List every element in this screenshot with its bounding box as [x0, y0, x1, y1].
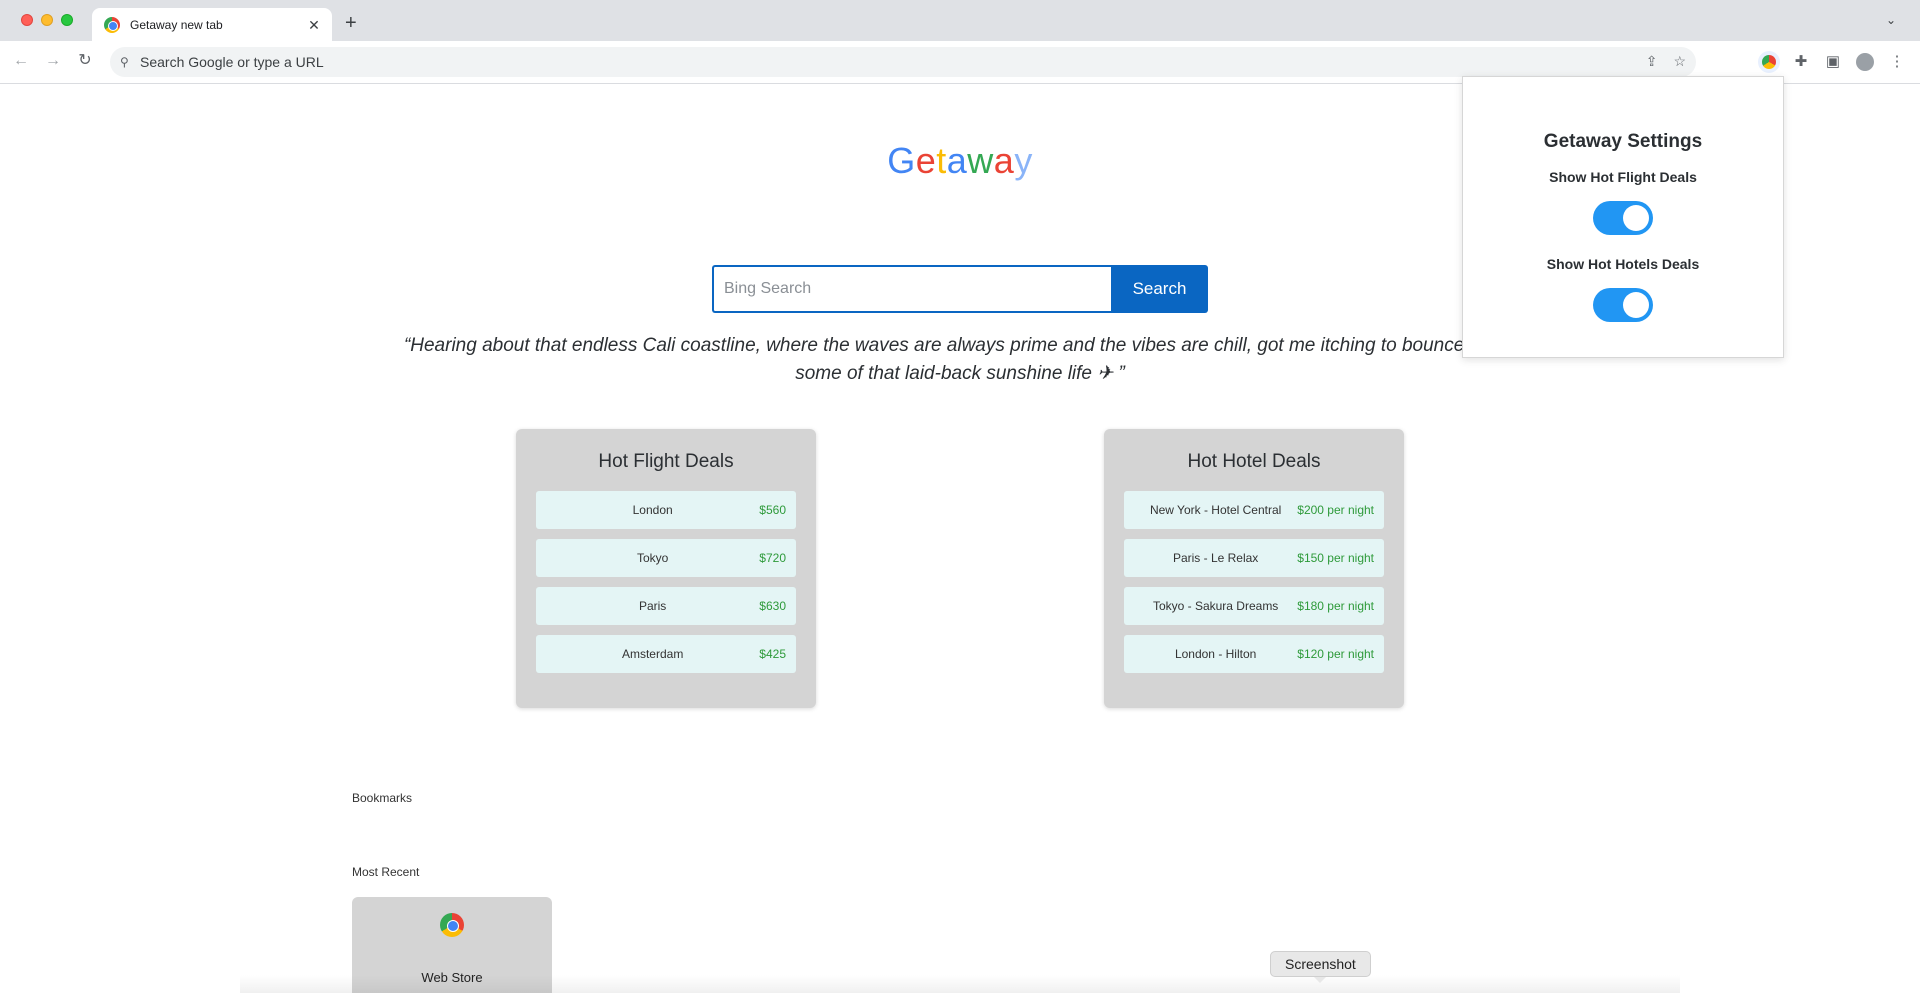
page-bottom-shadow: [240, 975, 1680, 993]
address-bar-placeholder: Search Google or type a URL: [140, 54, 324, 70]
flight-deal-row[interactable]: Paris $630: [536, 587, 796, 625]
flight-deal-row[interactable]: Amsterdam $425: [536, 635, 796, 673]
deal-destination: London: [632, 503, 673, 517]
search-input[interactable]: [712, 265, 1111, 313]
kebab-menu-icon[interactable]: ⋮: [1886, 51, 1908, 73]
deal-hotel: London - Hilton: [1174, 647, 1257, 661]
chrome-icon: [440, 913, 464, 937]
side-panel-icon[interactable]: ▣: [1822, 51, 1844, 73]
toggle-hot-hotels-deals[interactable]: [1593, 288, 1653, 322]
hot-hotel-deals-card: Hot Hotel Deals New York - Hotel Central…: [1104, 429, 1404, 708]
toggle-knob: [1623, 205, 1649, 231]
toggle-label-flights: Show Hot Flight Deals: [1549, 169, 1697, 185]
maximize-window-button[interactable]: [61, 14, 73, 26]
deal-hotel: New York - Hotel Central: [1149, 503, 1282, 517]
tab-title: Getaway new tab: [130, 17, 223, 32]
active-tab[interactable]: Getaway new tab ✕: [92, 8, 332, 41]
deal-hotel: Tokyo - Sakura Dreams: [1152, 599, 1279, 613]
new-tab-button[interactable]: +: [345, 12, 357, 34]
getaway-favicon-icon: [104, 16, 120, 33]
screenshot-tooltip: Screenshot: [1270, 951, 1371, 983]
hotel-deal-row[interactable]: London - Hilton $120 per night: [1124, 635, 1384, 673]
bookmarks-heading: Bookmarks: [352, 791, 413, 805]
minimize-window-button[interactable]: [41, 14, 53, 26]
hotel-deal-row[interactable]: New York - Hotel Central $200 per night: [1124, 491, 1384, 529]
deal-destination: Tokyo: [636, 551, 669, 565]
flight-deal-row[interactable]: London $560: [536, 491, 796, 529]
deal-price: $180 per night: [1297, 599, 1374, 613]
most-recent-heading: Most Recent: [352, 865, 420, 879]
travel-quote: “Hearing about that endless Cali coastli…: [390, 332, 1530, 388]
getaway-settings-popup: Getaway Settings Show Hot Flight Deals S…: [1462, 76, 1784, 358]
deal-price: $720: [759, 551, 786, 565]
flight-deal-row[interactable]: Tokyo $720: [536, 539, 796, 577]
deal-price: $150 per night: [1297, 551, 1374, 565]
getaway-extension-icon[interactable]: [1758, 51, 1780, 73]
popup-title: Getaway Settings: [1543, 131, 1703, 152]
deal-destination: Amsterdam: [621, 647, 684, 661]
logo-letter: y: [1014, 140, 1033, 181]
tab-close-icon[interactable]: ✕: [306, 17, 322, 33]
tab-search-chevron-icon[interactable]: ⌄: [1886, 13, 1896, 27]
hot-flight-deals-card: Hot Flight Deals London $560 Tokyo $720 …: [516, 429, 816, 708]
quote-line-1: “Hearing about that endless Cali coastli…: [403, 335, 1517, 356]
hotel-deal-row[interactable]: Tokyo - Sakura Dreams $180 per night: [1124, 587, 1384, 625]
forward-arrow-icon[interactable]: →: [42, 51, 64, 71]
logo-letter: a: [993, 140, 1015, 181]
hotel-deal-row[interactable]: Paris - Le Relax $150 per night: [1124, 539, 1384, 577]
logo-letter: w: [967, 140, 994, 181]
quote-line-2: some of that laid-back sunshine life ✈ ”: [795, 363, 1125, 384]
bookmark-star-icon[interactable]: ☆: [1673, 53, 1686, 70]
toggle-knob: [1623, 292, 1649, 318]
deal-destination: Paris: [638, 599, 667, 613]
deal-price: $200 per night: [1297, 503, 1374, 517]
deal-hotel: Paris - Le Relax: [1172, 551, 1259, 565]
deal-price: $560: [759, 503, 786, 517]
toggle-hot-flight-deals[interactable]: [1593, 201, 1653, 235]
card-title: Hot Hotel Deals: [1187, 451, 1321, 472]
deal-price: $120 per night: [1297, 647, 1374, 661]
logo-letter: a: [946, 140, 968, 181]
extensions-puzzle-icon[interactable]: ✚: [1790, 51, 1812, 73]
search-icon: ⚲: [120, 55, 129, 69]
card-title: Hot Flight Deals: [598, 451, 734, 472]
share-icon[interactable]: ⇪: [1646, 53, 1658, 70]
back-arrow-icon[interactable]: ←: [10, 51, 32, 71]
profile-avatar-icon[interactable]: [1854, 51, 1876, 73]
search-form: Search: [712, 265, 1208, 313]
logo-letter: G: [887, 140, 916, 181]
toggle-label-hotels: Show Hot Hotels Deals: [1546, 256, 1700, 272]
deal-price: $630: [759, 599, 786, 613]
address-bar[interactable]: ⚲ Search Google or type a URL ⇪ ☆: [110, 47, 1696, 77]
close-window-button[interactable]: [21, 14, 33, 26]
search-button[interactable]: Search: [1111, 265, 1208, 313]
logo-letter: e: [915, 140, 937, 181]
tab-strip: Getaway new tab ✕ + ⌄: [0, 0, 1920, 41]
reload-icon[interactable]: ↻: [74, 51, 96, 71]
deal-price: $425: [759, 647, 786, 661]
logo-letter: t: [936, 140, 947, 181]
